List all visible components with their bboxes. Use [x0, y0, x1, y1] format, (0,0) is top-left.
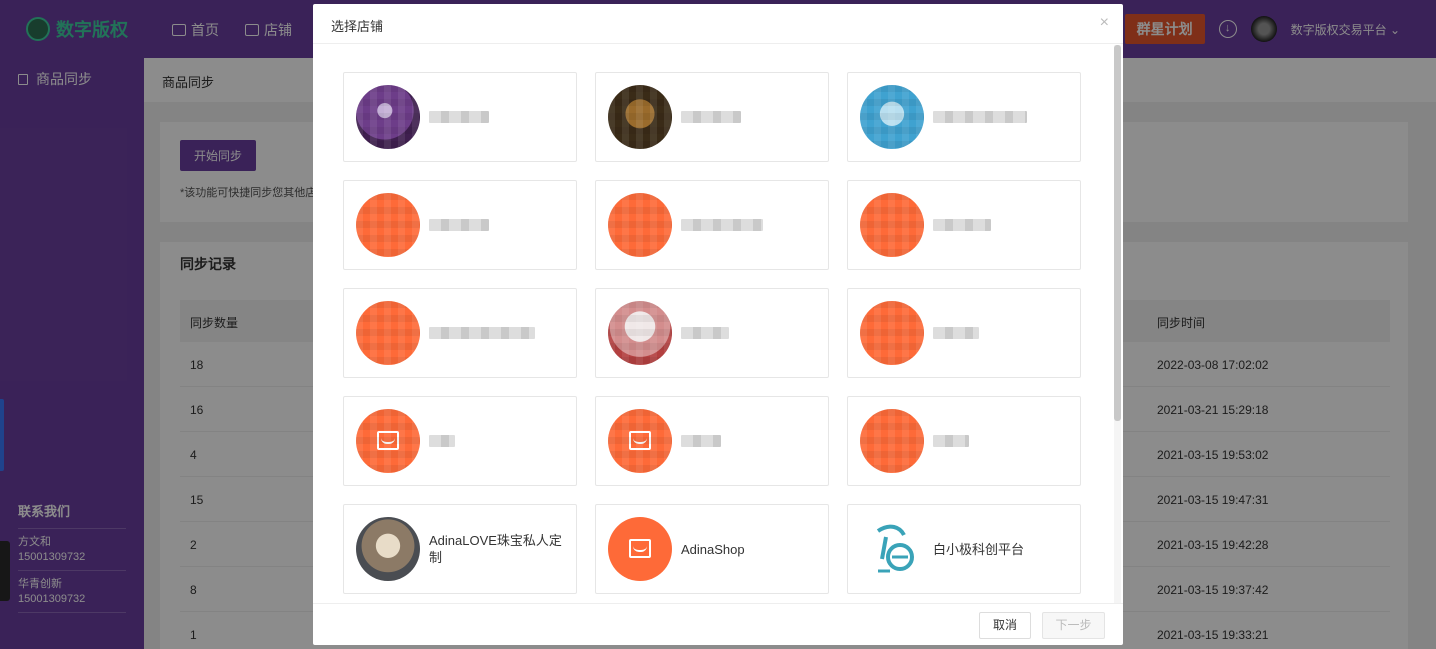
- store-name-redacted: [429, 435, 455, 447]
- store-card[interactable]: [343, 288, 577, 378]
- store-card[interactable]: [343, 396, 577, 486]
- dialog-footer: 取消 下一步: [313, 603, 1123, 645]
- store-name: AdinaLOVE珠宝私人定制: [429, 533, 562, 565]
- store-name-redacted: [933, 219, 991, 231]
- store-logo: [860, 193, 924, 257]
- store-logo: [356, 301, 420, 365]
- store-logo: [608, 301, 672, 365]
- store-name-redacted: [933, 435, 969, 447]
- store-icon: [629, 539, 651, 558]
- store-logo: [356, 85, 420, 149]
- store-name: 白小极科创平台: [933, 541, 1025, 557]
- store-logo: [608, 409, 672, 473]
- store-card-adinalove[interactable]: AdinaLOVE珠宝私人定制: [343, 504, 577, 594]
- dialog-header: 选择店铺 ×: [313, 4, 1123, 44]
- store-name-redacted: [933, 111, 1027, 123]
- store-card[interactable]: [847, 396, 1081, 486]
- store-card[interactable]: [847, 288, 1081, 378]
- store-logo: [860, 409, 924, 473]
- store-name: AdinaShop: [681, 541, 745, 557]
- baixiao-logo-icon: [860, 517, 924, 581]
- store-card[interactable]: [847, 72, 1081, 162]
- store-card[interactable]: [595, 180, 829, 270]
- dialog-title: 选择店铺: [331, 19, 384, 34]
- store-logo: [860, 85, 924, 149]
- store-name-redacted: [681, 111, 741, 123]
- store-name-redacted: [681, 219, 763, 231]
- store-card[interactable]: [343, 72, 577, 162]
- store-logo: [860, 301, 924, 365]
- store-card[interactable]: [343, 180, 577, 270]
- store-name-redacted: [933, 327, 979, 339]
- store-card-adinashop[interactable]: AdinaShop: [595, 504, 829, 594]
- next-step-button[interactable]: 下一步: [1042, 612, 1105, 639]
- store-list: AdinaLOVE珠宝私人定制 AdinaShop 白小极科创平台: [313, 45, 1123, 603]
- store-name-redacted: [681, 327, 729, 339]
- store-card[interactable]: [595, 396, 829, 486]
- store-name-redacted: [681, 435, 721, 447]
- store-logo: [356, 409, 420, 473]
- store-name-redacted: [429, 327, 535, 339]
- store-logo: [608, 517, 672, 581]
- cancel-button[interactable]: 取消: [979, 612, 1031, 639]
- store-logo: [356, 193, 420, 257]
- select-store-dialog: 选择店铺 × AdinaLOVE珠宝私人定制 AdinaShop 白小极科创平台…: [313, 4, 1123, 645]
- store-card[interactable]: [595, 72, 829, 162]
- store-name-redacted: [429, 219, 489, 231]
- scrollbar-thumb[interactable]: [1114, 45, 1121, 421]
- store-card[interactable]: [847, 180, 1081, 270]
- close-icon[interactable]: ×: [1100, 14, 1109, 32]
- store-name-redacted: [429, 111, 489, 123]
- store-logo: [608, 193, 672, 257]
- store-card[interactable]: [595, 288, 829, 378]
- store-logo: [608, 85, 672, 149]
- cat-photo-icon: [356, 517, 420, 581]
- store-card-baixiao[interactable]: 白小极科创平台: [847, 504, 1081, 594]
